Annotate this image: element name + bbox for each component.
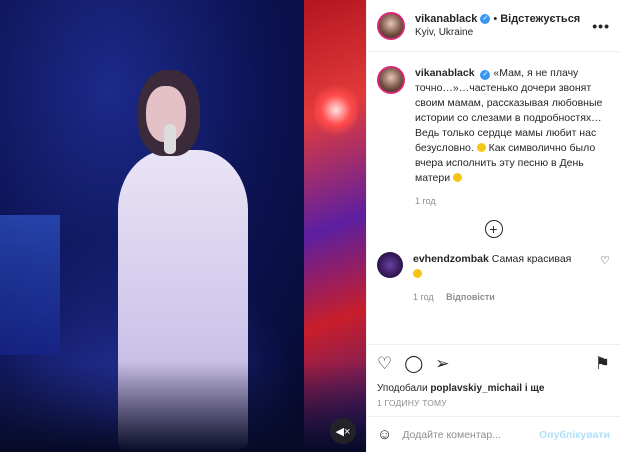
following-button[interactable]: Відстежується: [500, 12, 580, 26]
post-header: vikanablack ✓ • Відстежується Kyiv, Ukra…: [367, 0, 620, 52]
comment-meta: 1 год Відповісти: [413, 292, 610, 302]
reply-button[interactable]: Відповісти: [446, 292, 495, 302]
liker-username[interactable]: poplavskiy_michail: [430, 383, 522, 394]
grinning-emoji-icon: [453, 173, 462, 182]
post-username[interactable]: vikanablack: [415, 12, 477, 26]
smiling-emoji-icon: [476, 143, 486, 152]
caption-avatar[interactable]: [377, 66, 405, 94]
location-link[interactable]: Kyiv, Ukraine: [415, 26, 592, 40]
hand-emoji-icon: [413, 269, 422, 278]
caption-text: «Мам, я не плачу точно…»…частенько дочер…: [415, 67, 603, 154]
speaker-muted-icon: ◀×: [335, 425, 351, 438]
plus-circle-icon[interactable]: +: [484, 220, 503, 238]
comment-username[interactable]: evhendzombak: [413, 253, 489, 265]
microphone: [164, 124, 176, 154]
comment-text: Самая красивая: [491, 253, 572, 265]
comment-icon[interactable]: ◯: [404, 354, 423, 374]
more-icon[interactable]: •••: [592, 18, 610, 34]
emoji-picker-icon[interactable]: ☺: [377, 426, 392, 443]
heart-icon[interactable]: ♡: [377, 354, 392, 374]
mute-button[interactable]: ◀×: [330, 418, 356, 444]
share-icon[interactable]: ➢: [435, 354, 449, 374]
caption-username[interactable]: vikanablack: [415, 67, 475, 79]
comment-input[interactable]: [402, 428, 539, 441]
verified-icon: ✓: [480, 69, 491, 80]
likes-others-link[interactable]: і ще: [525, 383, 545, 394]
action-bar: ♡ ◯ ➢ ⚑: [367, 344, 620, 382]
post-sidebar: vikanablack ✓ • Відстежується Kyiv, Ukra…: [366, 0, 620, 452]
post-time[interactable]: 1 годину тому: [367, 396, 620, 416]
bookmark-icon[interactable]: ⚑: [595, 354, 610, 374]
drum-kit: [0, 362, 366, 452]
comment-composer: ☺ Опублікувати: [367, 416, 620, 452]
verified-icon: ✓: [480, 13, 491, 24]
comment-avatar[interactable]: [377, 252, 403, 278]
video-player[interactable]: ◀×: [0, 0, 366, 452]
comment-time[interactable]: 1 год: [413, 292, 434, 302]
caption: vikanablack ✓ «Мам, я не плачу точно…»…ч…: [377, 66, 610, 186]
comment-item: evhendzombak Самая красивая ♡: [377, 252, 610, 282]
comment-like-heart-icon[interactable]: ♡: [600, 254, 610, 267]
likes-summary: Уподобали poplavskiy_michail і ще: [377, 383, 545, 394]
caption-time[interactable]: 1 год: [415, 196, 610, 206]
post-modal: ◀× vikanablack ✓ • Відстежується Kyiv, U…: [0, 0, 620, 452]
publish-button[interactable]: Опублікувати: [539, 429, 610, 441]
comments-list: vikanablack ✓ «Мам, я не плачу точно…»…ч…: [367, 52, 620, 344]
avatar[interactable]: [377, 11, 405, 40]
